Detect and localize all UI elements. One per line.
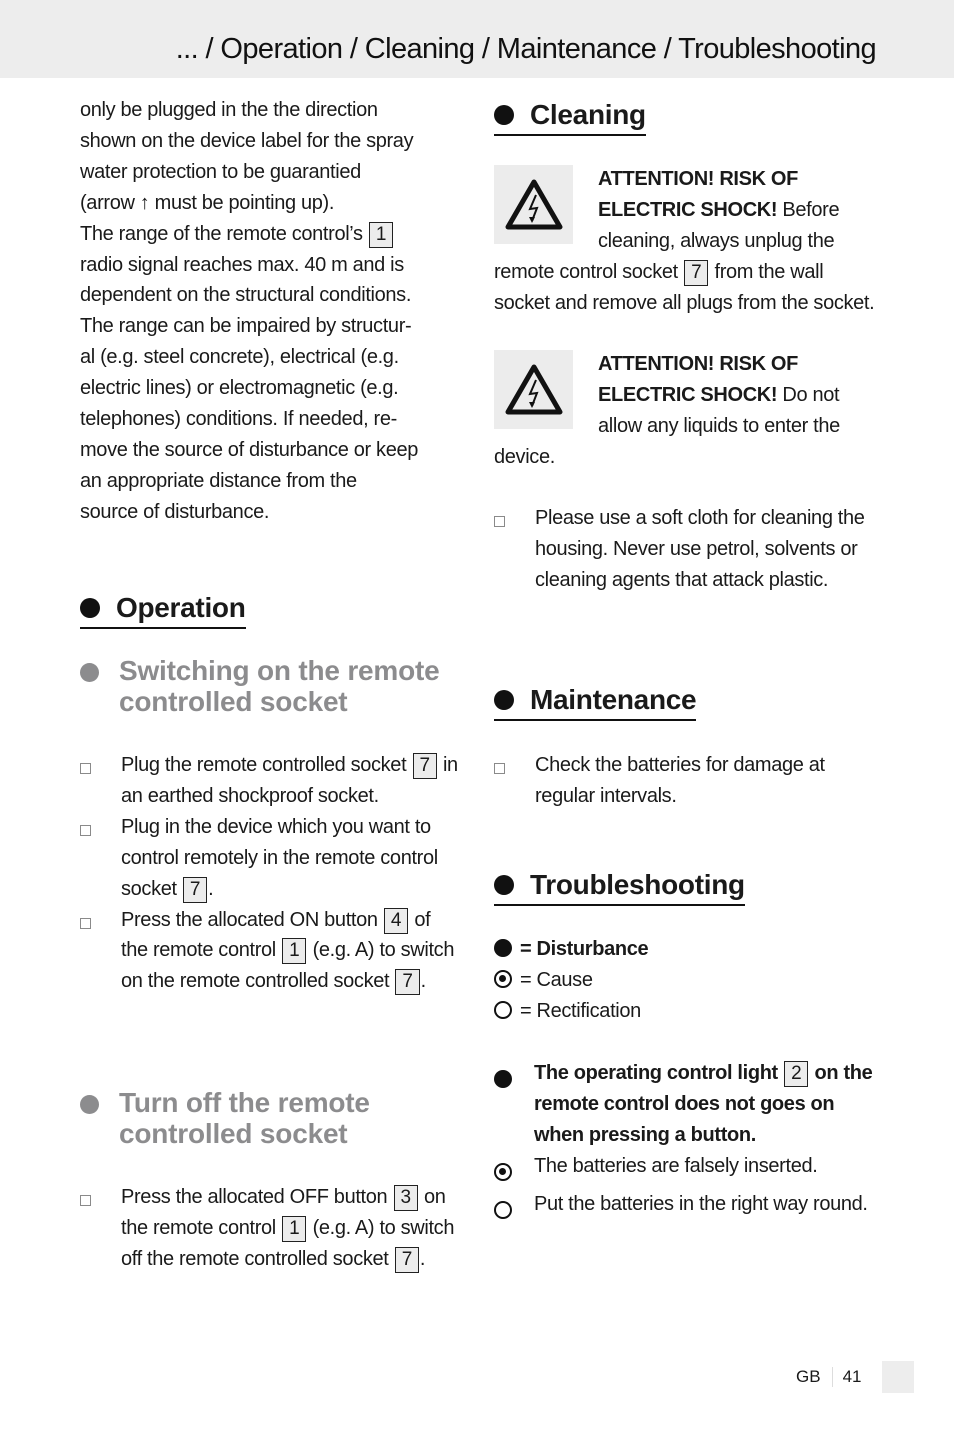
- list-item: Press the allocated OFF button 3 on the …: [80, 1182, 460, 1275]
- troubleshooting-entry: The operating control light 2 on the rem…: [494, 1058, 879, 1227]
- range-line: radio signal reaches max. 40 m and is: [80, 253, 404, 276]
- bullet-icon: [80, 663, 99, 682]
- ref-number: 1: [282, 938, 307, 965]
- bullet-icon: [494, 105, 514, 125]
- warning-shock-unplug: ATTENTION! RISK OF ELECTRIC SHOCK! Befor…: [494, 164, 879, 319]
- switch-on-steps: Plug the remote controlled socket 7 in a…: [80, 750, 460, 997]
- page-number: 41: [842, 1367, 862, 1386]
- switch-off-heading: Turn off the remote controlled socket: [80, 1087, 370, 1149]
- checkbox-bullet-icon: [80, 1195, 91, 1206]
- ref-number: 7: [412, 753, 437, 779]
- range-line: electric lines) or electromagnetic (e.g.: [80, 377, 399, 400]
- bullet-icon: [80, 598, 100, 618]
- intro-line: (arrow ↑ must be pointing up).: [80, 191, 335, 214]
- ref-number: 4: [383, 907, 409, 934]
- range-line: an appropriate distance from the: [80, 469, 357, 492]
- heading-text: Switching on the remote controlled socke…: [119, 655, 440, 717]
- maintenance-steps: Check the batteries for damage at regula…: [494, 750, 874, 812]
- heading-text: Maintenance: [530, 684, 697, 715]
- language-code: GB: [796, 1367, 833, 1387]
- warning-shock-liquids: ATTENTION! RISK OF ELECTRIC SHOCK! Do no…: [494, 349, 879, 473]
- range-line: move the source of disturbance or keep: [80, 438, 419, 461]
- electric-shock-warning-icon: [494, 165, 573, 244]
- page-footer: GB 41: [796, 1361, 915, 1393]
- range-line: telephones) conditions. If needed, re-: [80, 408, 397, 431]
- ref-number: 7: [684, 259, 709, 286]
- bullet-icon: [80, 1095, 99, 1114]
- cleaning-heading: Cleaning: [494, 99, 646, 136]
- ref-number: 3: [393, 1185, 418, 1211]
- list-item: Check the batteries for damage at regula…: [494, 750, 874, 812]
- operation-heading: Operation: [80, 592, 246, 629]
- checkbox-bullet-icon: [80, 917, 91, 929]
- ref-number: 2: [784, 1061, 809, 1087]
- electric-shock-warning-icon: [494, 350, 573, 429]
- ref-number: 1: [368, 221, 394, 248]
- symbol-legend: = Disturbance = Cause = Rectification: [494, 934, 649, 1027]
- range-line: source of disturbance.: [80, 500, 270, 523]
- troubleshooting-heading: Troubleshooting: [494, 869, 745, 906]
- legend-rectification: = Rectification: [494, 996, 648, 1027]
- cause-row: The batteries are falsely inserted.: [494, 1151, 879, 1189]
- dotted-circle-icon: [494, 1162, 512, 1181]
- range-text: The range of the remote control’s: [80, 222, 363, 245]
- range-line: The range can be impaired by structur-: [80, 315, 412, 338]
- filled-circle-icon: [494, 1070, 512, 1088]
- warning-title: ATTENTION! RISK OF ELECTRIC SHOCK!: [598, 353, 798, 406]
- intro-line: water protection to be guarantied: [80, 160, 361, 183]
- ref-number: 7: [182, 876, 208, 903]
- disturbance-row: The operating control light 2 on the rem…: [494, 1058, 879, 1151]
- heading-text: Turn off the remote controlled socket: [119, 1087, 370, 1149]
- checkbox-bullet-icon: [80, 763, 91, 774]
- open-circle-icon: [494, 1200, 512, 1219]
- range-line: dependent on the structural conditions.: [80, 284, 412, 307]
- checkbox-bullet-icon: [80, 824, 91, 836]
- switch-off-steps: Press the allocated OFF button 3 on the …: [80, 1182, 460, 1275]
- heading-line: controlled socket: [119, 686, 348, 717]
- page-header: ... / Operation / Cleaning / Maintenance…: [0, 0, 954, 78]
- checkbox-bullet-icon: [494, 763, 505, 774]
- bullet-icon: [494, 690, 514, 710]
- dotted-circle-icon: [494, 969, 512, 988]
- ref-number: 7: [394, 1246, 419, 1273]
- cleaning-steps: Please use a soft cloth for cleaning the…: [494, 503, 874, 596]
- heading-line: Turn off the remote: [119, 1087, 370, 1118]
- legend-disturbance: = Disturbance: [494, 934, 649, 965]
- heading-text: Cleaning: [530, 99, 646, 130]
- range-line: al (e.g. steel concrete), electrical (e.…: [80, 346, 399, 369]
- list-item: Press the allocated ON button 4 of the r…: [80, 905, 460, 998]
- intro-text: only be plugged in the the direction sho…: [80, 95, 465, 528]
- open-circle-icon: [494, 1000, 512, 1019]
- heading-line: controlled socket: [119, 1118, 348, 1149]
- ref-number: 7: [395, 969, 420, 996]
- intro-line: shown on the device label for the spray: [80, 129, 414, 152]
- heading-line: Switching on the remote: [119, 655, 440, 686]
- checkbox-bullet-icon: [494, 516, 505, 527]
- switch-on-heading: Switching on the remote controlled socke…: [80, 655, 440, 717]
- list-item: Plug in the device which you want to con…: [80, 812, 460, 905]
- heading-text: Operation: [116, 592, 246, 623]
- range-line: The range of the remote control’s 1: [80, 219, 465, 250]
- rectification-row: Put the batteries in the right way round…: [494, 1189, 879, 1227]
- filled-circle-icon: [494, 939, 512, 957]
- list-item: Please use a soft cloth for cleaning the…: [494, 503, 874, 596]
- ref-number: 1: [282, 1215, 307, 1242]
- heading-text: Troubleshooting: [530, 869, 745, 900]
- warning-title: ATTENTION! RISK OF ELECTRIC SHOCK!: [598, 168, 798, 221]
- maintenance-heading: Maintenance: [494, 684, 697, 721]
- legend-cause: = Cause: [494, 965, 648, 996]
- list-item: Plug the remote controlled socket 7 in a…: [80, 750, 460, 812]
- bullet-icon: [494, 875, 514, 895]
- breadcrumb-title: ... / Operation / Cleaning / Maintenance…: [175, 33, 877, 65]
- thumb-tab-block: [882, 1361, 915, 1393]
- intro-line: only be plugged in the the direction: [80, 99, 378, 121]
